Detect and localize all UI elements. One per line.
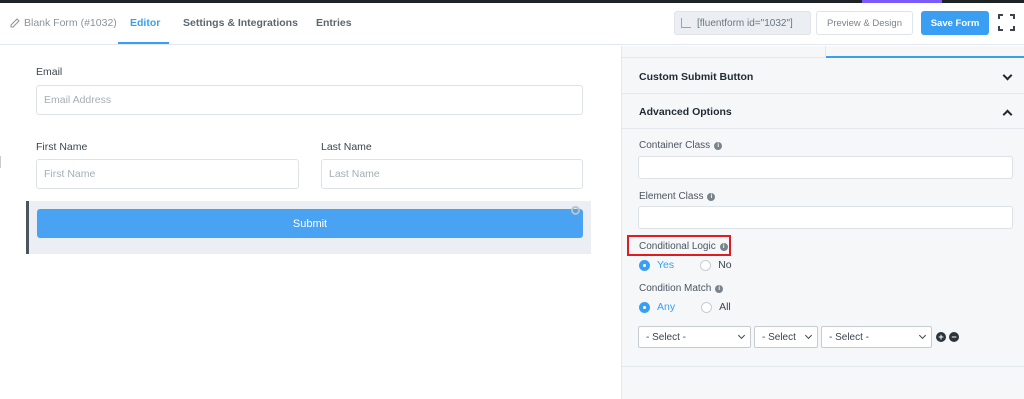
element-class-label-text: Element Class xyxy=(639,191,704,202)
submit-button[interactable]: Submit xyxy=(37,209,583,238)
resize-handle[interactable] xyxy=(0,156,3,168)
save-form-button[interactable]: Save Form xyxy=(921,11,989,35)
panel-tabs xyxy=(622,46,1024,58)
submit-button-row[interactable]: Submit xyxy=(26,201,591,254)
info-icon[interactable]: i xyxy=(707,192,716,201)
field-settings-panel: Custom Submit Button Advanced Options Co… xyxy=(621,46,1024,399)
email-label: Email xyxy=(36,66,63,78)
fullscreen-icon[interactable] xyxy=(998,14,1015,31)
email-field[interactable]: Email Address xyxy=(36,85,583,115)
condition-operator-select-value: - Select xyxy=(762,331,796,343)
condition-match-label-text: Condition Match xyxy=(639,283,712,294)
info-icon[interactable]: i xyxy=(715,284,724,293)
conditional-logic-label-text: Conditional Logic xyxy=(639,241,716,252)
form-title[interactable]: Blank Form (#1032) xyxy=(10,17,117,29)
panel-active-tab-indicator xyxy=(826,56,1024,58)
conditional-logic-options: Yes No xyxy=(639,259,732,271)
radio-no[interactable] xyxy=(700,259,712,271)
condition-match-options: Any All xyxy=(639,301,731,313)
edit-icon xyxy=(10,18,20,28)
tab-editor[interactable]: Editor xyxy=(130,17,160,29)
info-icon[interactable]: i xyxy=(719,242,728,251)
first-name-field[interactable]: First Name xyxy=(36,159,299,189)
radio-no-label[interactable]: No xyxy=(718,259,731,271)
container-class-input[interactable] xyxy=(638,156,1013,179)
preview-design-button[interactable]: Preview & Design xyxy=(816,11,913,35)
condition-match-label: Condition Match i xyxy=(639,283,724,294)
custom-submit-section-header[interactable]: Custom Submit Button xyxy=(622,59,1024,94)
form-editor-canvas: Email Email Address First Name First Nam… xyxy=(0,46,621,399)
tab-entries[interactable]: Entries xyxy=(316,17,352,29)
custom-submit-title: Custom Submit Button xyxy=(639,71,754,83)
remove-condition-icon[interactable]: − xyxy=(949,332,959,342)
copy-icon xyxy=(681,18,691,28)
container-class-label: Container Class i xyxy=(639,140,723,151)
tab-settings-integrations[interactable]: Settings & Integrations xyxy=(183,17,298,29)
active-tab-indicator xyxy=(118,42,169,44)
chevron-down-icon[interactable] xyxy=(1002,70,1013,81)
condition-field-select-value: - Select - xyxy=(646,331,687,343)
radio-any[interactable] xyxy=(639,301,650,313)
panel-divider xyxy=(622,366,1024,367)
form-title-text: Blank Form (#1032) xyxy=(24,17,117,29)
editor-header: Blank Form (#1032) Editor Settings & Int… xyxy=(0,3,1024,45)
element-class-input[interactable] xyxy=(638,206,1013,229)
last-name-field[interactable]: Last Name xyxy=(321,159,583,189)
info-icon[interactable]: i xyxy=(714,141,723,150)
chevron-down-icon xyxy=(804,331,813,340)
shortcode-copy[interactable]: [fluentform id="1032"] xyxy=(674,11,811,35)
radio-all-label[interactable]: All xyxy=(719,301,731,313)
advanced-options-section-header[interactable]: Advanced Options xyxy=(622,94,1024,129)
first-name-label: First Name xyxy=(36,141,88,153)
radio-any-label[interactable]: Any xyxy=(657,301,675,313)
condition-value-select[interactable]: - Select - xyxy=(821,326,932,348)
gear-icon[interactable] xyxy=(571,206,580,215)
chevron-down-icon xyxy=(737,331,746,340)
shortcode-text: [fluentform id="1032"] xyxy=(697,17,793,29)
element-class-label: Element Class i xyxy=(639,191,716,202)
condition-value-select-value: - Select - xyxy=(829,331,870,343)
chevron-down-icon xyxy=(918,331,927,340)
advanced-options-title: Advanced Options xyxy=(639,106,732,118)
container-class-label-text: Container Class xyxy=(639,140,711,151)
conditional-logic-label: Conditional Logic i xyxy=(639,241,728,252)
radio-yes-label[interactable]: Yes xyxy=(657,259,674,271)
add-condition-icon[interactable]: + xyxy=(936,332,946,342)
condition-field-select[interactable]: - Select - xyxy=(638,326,751,348)
condition-operator-select[interactable]: - Select xyxy=(754,326,818,348)
radio-yes[interactable] xyxy=(639,259,650,271)
last-name-label: Last Name xyxy=(321,141,372,153)
radio-all[interactable] xyxy=(701,301,713,313)
chevron-up-icon[interactable] xyxy=(1002,109,1013,120)
